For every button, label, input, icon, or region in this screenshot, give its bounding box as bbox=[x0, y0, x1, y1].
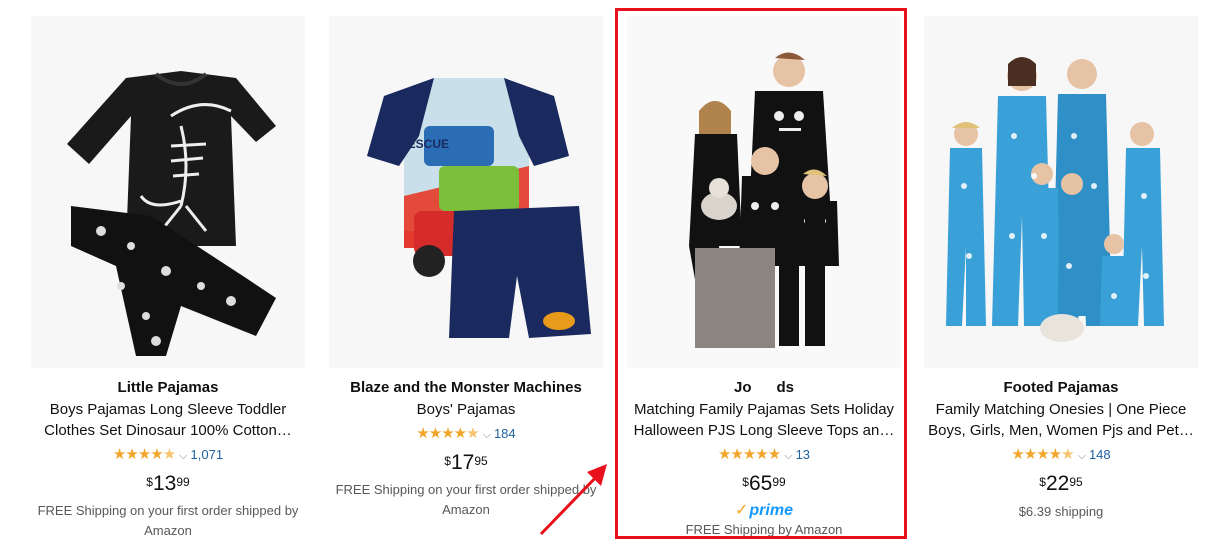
shipping-line: FREE Shipping on your first order shippe… bbox=[37, 503, 299, 518]
rating-count-link[interactable]: 184 bbox=[494, 426, 516, 441]
highlight-box bbox=[615, 8, 907, 539]
price-currency: $ bbox=[1039, 475, 1046, 489]
annotation-arrow-icon bbox=[539, 464, 607, 536]
price-whole: 22 bbox=[1045, 472, 1070, 495]
product-title-line[interactable]: Family Matching Onesies | One Piece bbox=[924, 399, 1198, 420]
product-image[interactable]: RESCUE bbox=[329, 16, 603, 368]
product-rating[interactable]: ★★★★★ ⌵ 184 bbox=[329, 424, 603, 442]
rating-count-link[interactable]: 1,071 bbox=[191, 447, 224, 462]
product-title-line[interactable]: Boys' Pajamas bbox=[329, 399, 603, 420]
product-brand[interactable]: Little Pajamas bbox=[31, 379, 305, 396]
shipping-info: $6.39 shipping bbox=[924, 502, 1198, 522]
shipping-line: $6.39 shipping bbox=[1018, 504, 1104, 519]
rating-count-link[interactable]: 148 bbox=[1089, 447, 1111, 462]
product-rating[interactable]: ★★★★★ ⌵ 1,071 bbox=[31, 445, 305, 463]
product-title[interactable]: Family Matching Onesies | One Piece Boys… bbox=[924, 399, 1198, 441]
product-image[interactable] bbox=[924, 16, 1198, 368]
product-title-line[interactable]: Boys, Girls, Men, Women Pjs and Pet… bbox=[924, 420, 1198, 441]
rescue-text: RESCUE bbox=[399, 137, 449, 151]
chevron-down-icon[interactable]: ⌵ bbox=[1078, 450, 1086, 462]
product-price[interactable]: $1399 bbox=[31, 472, 305, 496]
price-fraction: 95 bbox=[474, 454, 488, 468]
product-image[interactable] bbox=[31, 16, 305, 368]
product-title-line[interactable]: Boys Pajamas Long Sleeve Toddler bbox=[31, 399, 305, 420]
product-price[interactable]: $2295 bbox=[924, 472, 1198, 496]
product-card-1[interactable]: Little Pajamas Boys Pajamas Long Sleeve … bbox=[31, 0, 321, 551]
price-currency: $ bbox=[444, 454, 451, 468]
product-brand[interactable]: Blaze and the Monster Machines bbox=[329, 379, 603, 396]
price-currency: $ bbox=[146, 475, 153, 489]
product-title[interactable]: Boys' Pajamas bbox=[329, 399, 603, 420]
shipping-line: Amazon bbox=[144, 523, 192, 538]
shipping-info: FREE Shipping on your first order shippe… bbox=[31, 501, 305, 541]
product-title[interactable]: Boys Pajamas Long Sleeve Toddler Clothes… bbox=[31, 399, 305, 441]
chevron-down-icon[interactable]: ⌵ bbox=[483, 429, 491, 441]
star-rating-icon: ★★★★★ bbox=[1011, 446, 1074, 463]
product-rating[interactable]: ★★★★★ ⌵ 148 bbox=[924, 445, 1198, 463]
price-fraction: 95 bbox=[1069, 475, 1083, 489]
price-fraction: 99 bbox=[176, 475, 190, 489]
product-brand[interactable]: Footed Pajamas bbox=[924, 379, 1198, 396]
star-rating-icon: ★★★★★ bbox=[416, 425, 479, 442]
price-whole: 17 bbox=[450, 451, 475, 474]
chevron-down-icon[interactable]: ⌵ bbox=[179, 450, 187, 462]
product-card-4[interactable]: Footed Pajamas Family Matching Onesies |… bbox=[924, 0, 1214, 551]
price-whole: 13 bbox=[152, 472, 177, 495]
star-rating-icon: ★★★★★ bbox=[112, 446, 176, 463]
product-title-line[interactable]: Clothes Set Dinosaur 100% Cotton… bbox=[31, 420, 305, 441]
